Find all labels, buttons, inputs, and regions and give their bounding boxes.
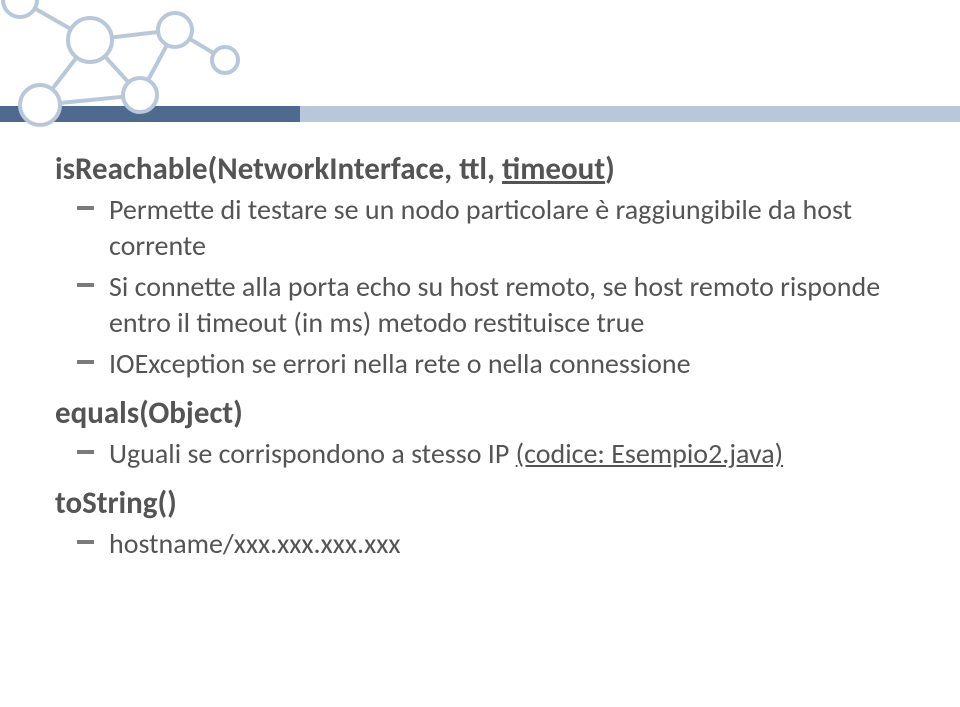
code-link[interactable]: (codice: Esempio2.java) [516,436,783,471]
content: isReachable(NetworkInterface, ttl, timeo… [55,150,920,575]
method-name-prefix: equals(Object) [55,394,243,432]
bullet-list: Permette di testare se un nodo particola… [55,192,920,382]
bullet-text: hostname/xxx.xxx.xxx.xxx [109,526,400,561]
list-item: Permette di testare se un nodo particola… [55,192,920,265]
method-name-suffix: ) [605,150,615,188]
bullet-text: Permette di testare se un nodo particola… [109,192,852,263]
bullet-list: hostname/xxx.xxx.xxx.xxx [55,526,920,562]
method-name-prefix: isReachable(NetworkInterface, ttl, [55,150,502,188]
bullet-text: IOException se errori nella rete o nella… [109,346,691,381]
list-item: Uguali se corrispondono a stesso IP (cod… [55,436,920,472]
bullet-text: Uguali se corrispondono a stesso IP [109,436,516,471]
slide: isReachable(NetworkInterface, ttl, timeo… [0,0,960,707]
list-item: IOException se errori nella rete o nella… [55,346,920,382]
bullet-list: Uguali se corrispondono a stesso IP (cod… [55,436,920,472]
network-graph-icon [0,0,250,150]
method-heading-tostring: toString() [55,484,920,522]
method-name-prefix: toString() [55,484,177,522]
list-item: hostname/xxx.xxx.xxx.xxx [55,526,920,562]
band-light [300,106,960,122]
method-heading-equals: equals(Object) [55,394,920,432]
bullet-text: Si connette alla porta echo su host remo… [109,269,880,340]
method-heading-isreachable: isReachable(NetworkInterface, ttl, timeo… [55,150,920,188]
list-item: Si connette alla porta echo su host remo… [55,269,920,342]
method-name-underlined: timeout [502,150,605,188]
